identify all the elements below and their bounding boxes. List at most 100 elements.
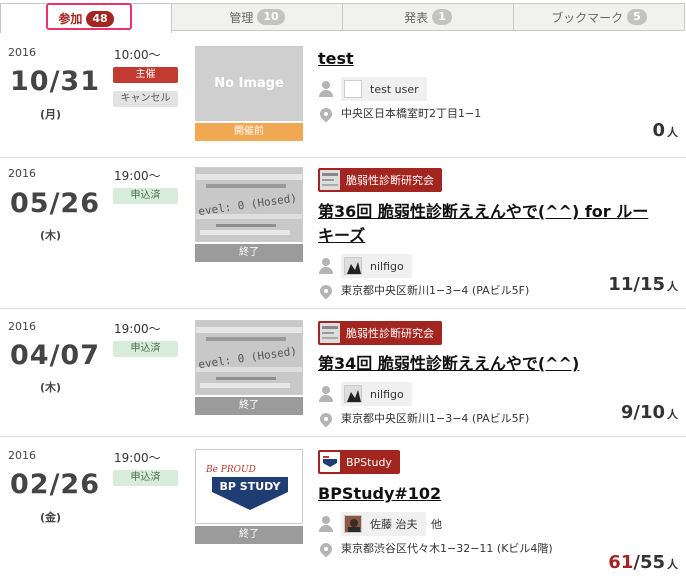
group-tag[interactable]: BPStudy	[318, 450, 400, 474]
applied-badge: 申込済	[113, 188, 178, 204]
tab-managing[interactable]: 管理 10	[171, 3, 343, 31]
event-weekday: (木)	[40, 229, 62, 242]
group-logo-icon	[320, 170, 340, 190]
event-weekday: (月)	[40, 108, 62, 121]
organizer-name: nilfigo	[370, 387, 404, 401]
event-date: 04/07	[10, 340, 101, 371]
avatar	[344, 515, 362, 533]
glitch-image-graphic: evel: 0 (Hosed)	[196, 321, 302, 394]
event-time: 19:00〜	[114, 322, 161, 336]
capacity-count: 10	[639, 402, 665, 423]
event-title-link[interactable]: 第36回 脆弱性診断ええんやで(^^) for ルーキーズ	[318, 200, 658, 248]
event-thumbnail[interactable]: Be PROUD BP STUDY	[195, 449, 303, 524]
group-logo-icon	[320, 323, 340, 343]
participant-count: 9/10 人	[621, 402, 678, 423]
event-date: 10/31	[10, 66, 101, 97]
location-pin-icon	[320, 108, 332, 124]
participant-count: 61/55 人	[608, 552, 678, 573]
count-separator: /	[633, 402, 640, 423]
group-name: BPStudy	[346, 455, 392, 469]
participant-count: 0人	[652, 120, 678, 141]
tab-label: 管理	[229, 10, 254, 25]
person-icon	[319, 81, 333, 97]
group-logo-icon	[320, 452, 340, 472]
tab-bookmarks[interactable]: ブックマーク 5	[513, 3, 685, 31]
event-item: 2016 10/31 (月) 10:00〜 主催 キャンセル No Image …	[0, 40, 686, 157]
event-time: 19:00〜	[114, 169, 161, 183]
organizer-name: 佐藤 治夫	[370, 518, 418, 531]
count-unit: 人	[667, 126, 678, 139]
event-date: 02/26	[10, 469, 101, 500]
location-pin-icon	[320, 543, 332, 559]
organizer-name: nilfigo	[370, 259, 404, 273]
tab-label: 発表	[404, 10, 429, 25]
event-title-link[interactable]: 第34回 脆弱性診断ええんやで(^^)	[318, 352, 658, 376]
joined-count: 0	[652, 120, 665, 141]
location-pin-icon	[320, 413, 332, 429]
count-unit: 人	[667, 408, 678, 421]
event-address: 東京都渋谷区代々木1−32−11 (Kビル4階)	[341, 542, 553, 555]
event-status: 終了	[195, 244, 303, 262]
group-tag[interactable]: 脆弱性診断研究会	[318, 321, 442, 345]
organizer-name: test user	[370, 82, 419, 96]
logo-tagline: Be PROUD	[205, 465, 256, 475]
tab-count-badge: 1	[432, 9, 452, 25]
applied-badge: 申込済	[113, 470, 178, 486]
capacity-count: 15	[639, 274, 665, 295]
capacity-count: 55	[639, 552, 665, 573]
event-weekday: (木)	[40, 381, 62, 394]
event-item: 2016 02/26 (金) 19:00〜 申込済 Be PROUD BP ST…	[0, 437, 686, 583]
tab-count-badge: 10	[257, 9, 285, 25]
others-label: 他	[431, 518, 442, 531]
event-year: 2016	[8, 167, 36, 180]
event-thumbnail[interactable]: evel: 0 (Hosed)	[195, 167, 303, 242]
event-thumbnail[interactable]: No Image	[195, 46, 303, 121]
no-image-text: No Image	[214, 76, 284, 91]
organizer-chip[interactable]: nilfigo	[341, 254, 412, 278]
organizer-chip[interactable]: 佐藤 治夫	[341, 512, 426, 536]
event-tabs: 参加 48 管理 10 発表 1 ブックマーク 5	[0, 0, 686, 34]
event-year: 2016	[8, 449, 36, 462]
location-pin-icon	[320, 285, 332, 301]
joined-count: 11	[608, 274, 634, 295]
count-separator: /	[633, 552, 640, 573]
tab-label: ブックマーク	[551, 10, 624, 25]
count-unit: 人	[667, 280, 678, 293]
organizer-chip[interactable]: nilfigo	[341, 382, 412, 406]
person-icon	[319, 386, 333, 402]
glitch-image-graphic: evel: 0 (Hosed)	[196, 168, 302, 241]
logo-wordmark: BP STUDY	[220, 480, 282, 493]
tab-presenting[interactable]: 発表 1	[342, 3, 514, 31]
active-tab-highlight	[46, 3, 132, 30]
event-item: 2016 05/26 (木) 19:00〜 申込済 evel: 0 (Hosed…	[0, 158, 686, 308]
count-separator: /	[633, 274, 640, 295]
event-thumbnail[interactable]: evel: 0 (Hosed)	[195, 320, 303, 395]
event-title-link[interactable]: test	[318, 47, 658, 71]
event-status: 開催前	[195, 123, 303, 141]
group-tag[interactable]: 脆弱性診断研究会	[318, 168, 442, 192]
count-unit: 人	[667, 558, 678, 571]
event-item: 2016 04/07 (木) 19:00〜 申込済 evel: 0 (Hosed…	[0, 309, 686, 436]
cancel-badge: キャンセル	[113, 91, 178, 107]
event-time: 10:00〜	[114, 48, 161, 62]
event-status: 終了	[195, 526, 303, 544]
person-icon	[319, 258, 333, 274]
applied-badge: 申込済	[113, 341, 178, 357]
avatar	[344, 80, 362, 98]
avatar	[344, 257, 362, 275]
event-year: 2016	[8, 320, 36, 333]
joined-count: 9	[620, 402, 634, 423]
group-name: 脆弱性診断研究会	[346, 327, 434, 340]
event-year: 2016	[8, 46, 36, 59]
avatar	[344, 385, 362, 403]
event-weekday: (金)	[40, 511, 62, 524]
bpstudy-logo: Be PROUD BP STUDY	[196, 450, 302, 523]
event-address: 中央区日本橋室町2丁目1−1	[341, 107, 482, 120]
event-address: 東京都中央区新川1−3−4 (PAビル5F)	[341, 412, 530, 425]
organizer-chip[interactable]: test user	[341, 77, 427, 101]
tab-count-badge: 5	[627, 9, 647, 25]
event-title-link[interactable]: BPStudy#102	[318, 482, 658, 506]
event-time: 19:00〜	[114, 451, 161, 465]
event-status: 終了	[195, 397, 303, 415]
group-name: 脆弱性診断研究会	[346, 174, 434, 187]
